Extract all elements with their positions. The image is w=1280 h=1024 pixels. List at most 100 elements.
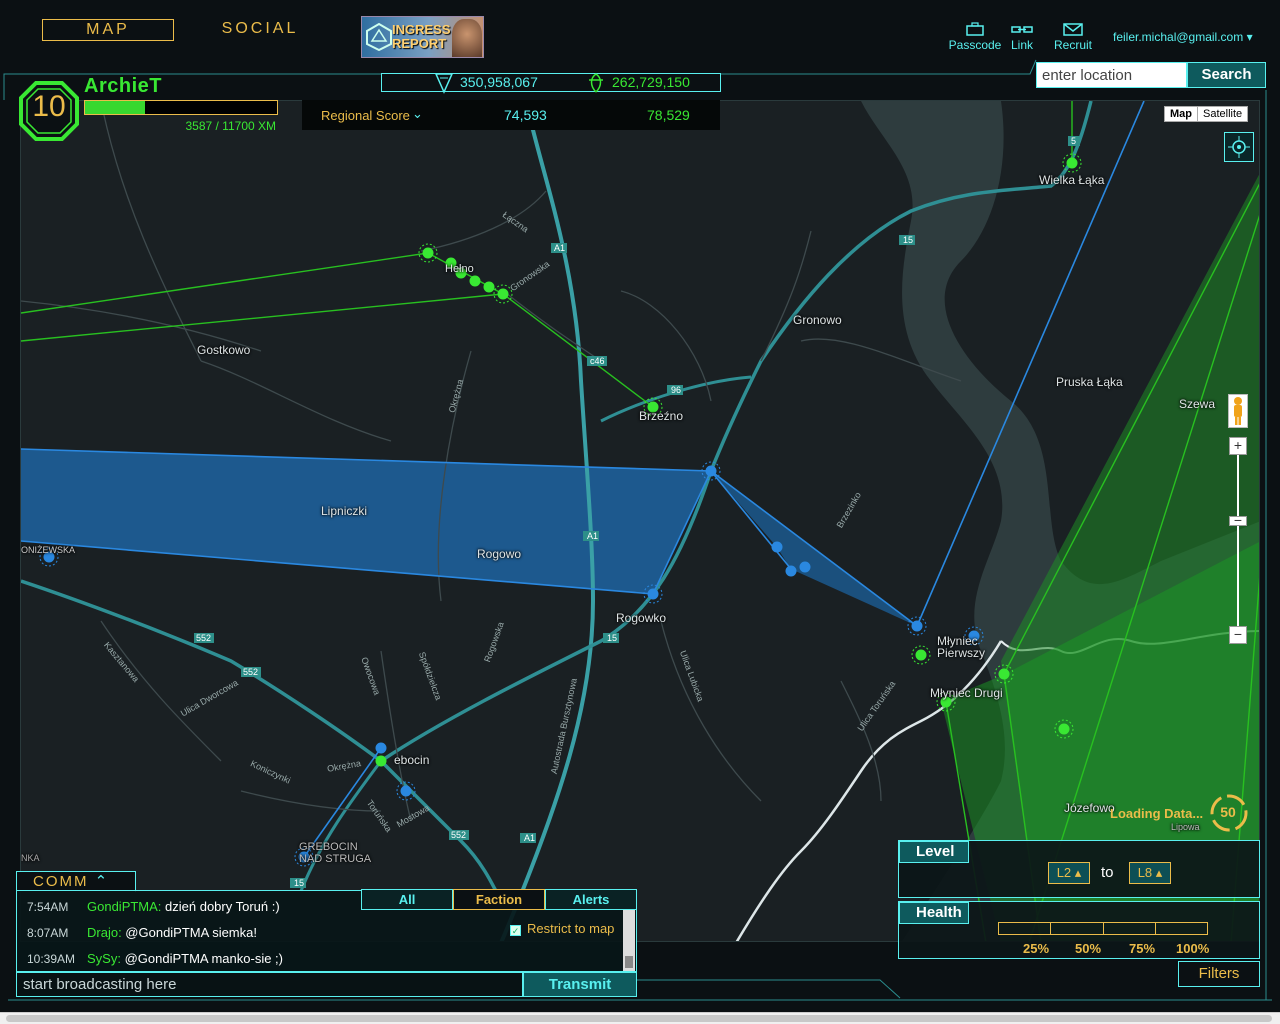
place-lipowa: Lipowa: [1171, 822, 1200, 832]
enlightened-portals[interactable]: [375, 157, 1078, 767]
place-mlyniec-pierwszy: Młyniec Pierwszy: [937, 635, 985, 659]
loading-status: Loading Data...: [1110, 806, 1204, 821]
global-resistance-score: 350,958,067: [460, 74, 538, 90]
zoom-slider-handle[interactable]: −: [1229, 513, 1247, 527]
level-to-label: to: [1101, 864, 1114, 881]
shield-552-south: 552: [451, 830, 467, 840]
shield-a1-mid: A1: [587, 531, 599, 541]
place-grebocin-1: GREBOCIN: [299, 841, 358, 853]
xp-progress-fill: [85, 101, 145, 114]
resistance-field-west: [21, 449, 711, 594]
loading-count: 50: [1220, 804, 1236, 820]
regional-enlightened-score: 78,529: [647, 107, 690, 123]
shield-15-south: 15: [294, 878, 305, 888]
comm-message: 7:54AM GondiPTMA: dzień dobry Toruń :): [27, 899, 280, 914]
agent-level: 10: [32, 90, 66, 123]
shield-96: 96: [671, 385, 682, 395]
resistance-icon: [434, 73, 454, 94]
street-view-pegman-icon[interactable]: [1228, 394, 1248, 428]
crosshair-icon: [1228, 136, 1250, 158]
page-horizontal-scrollbar[interactable]: [0, 1012, 1280, 1024]
zoom-slider-track[interactable]: [1237, 455, 1239, 627]
chevron-down-icon[interactable]: ⌄: [412, 106, 423, 122]
comm-tab-all[interactable]: All: [361, 889, 453, 910]
place-mlyniec-2: Pierwszy: [937, 646, 986, 660]
message-author[interactable]: GondiPTMA:: [87, 899, 161, 914]
transmit-button[interactable]: Transmit: [523, 972, 637, 997]
place-jozefowo: Józefowo: [1064, 801, 1115, 815]
place-grebocin-nad-struga: GREBOCIN NAD STRUGA: [299, 841, 371, 865]
regional-resistance-score: 74,593: [504, 107, 547, 123]
comm-title: COMM: [33, 873, 89, 890]
restrict-label: Restrict to map: [527, 921, 615, 936]
checkbox-icon[interactable]: ✓: [510, 925, 521, 936]
shield-c46: c46: [590, 356, 605, 366]
map-type-satellite[interactable]: Satellite: [1198, 107, 1247, 121]
locate-me-button[interactable]: [1224, 132, 1254, 162]
place-rogowo: Rogowo: [477, 547, 522, 561]
place-grebocin: ebocin: [394, 753, 430, 767]
location-search-input[interactable]: enter location: [1036, 62, 1187, 88]
message-text: dzień dobry Toruń :): [161, 899, 280, 914]
place-rogowko: Rogowko: [616, 611, 667, 625]
place-lipniczki: Lipniczki: [321, 504, 368, 518]
level-filter-label: Level: [899, 841, 969, 863]
restrict-to-map-checkbox[interactable]: ✓ Restrict to map: [510, 921, 614, 936]
comm-tab-faction[interactable]: Faction: [453, 889, 545, 910]
place-gronowo: Gronowo: [793, 313, 842, 327]
xp-progress-bar: [84, 100, 278, 115]
place-nka: NKA: [21, 853, 40, 863]
message-time: 10:39AM: [27, 952, 76, 966]
global-enlightened-score: 262,729,150: [612, 74, 690, 90]
comm-tab-alerts[interactable]: Alerts: [545, 889, 637, 910]
health-filter-label: Health: [899, 902, 969, 924]
shield-15-north: 15: [903, 235, 914, 245]
comm-scroll-thumb[interactable]: [625, 956, 633, 968]
place-pruska-laka: Pruska Łąka: [1056, 375, 1123, 389]
regional-score-panel[interactable]: Regional Score ⌄ 74,593 78,529: [302, 100, 720, 130]
caret-up-icon: ▴: [1074, 865, 1082, 880]
message-time: 8:07AM: [27, 926, 69, 940]
intel-map[interactable]: Wielka Łąka Gronowo Pruska Łąka Szewa Go…: [20, 100, 1260, 942]
place-wielka-laka: Wielka Łąka: [1039, 173, 1105, 187]
broadcast-input[interactable]: start broadcasting here: [16, 972, 523, 997]
map-canvas[interactable]: [21, 101, 1260, 942]
enlightened-icon: [589, 73, 603, 93]
message-author[interactable]: SySy:: [87, 951, 121, 966]
place-szewa: Szewa: [1179, 397, 1216, 411]
zoom-in-button[interactable]: +: [1229, 437, 1247, 455]
zoom-control[interactable]: + − −: [1229, 437, 1247, 647]
message-text: @GondiPTMA manko-sie ;): [120, 951, 283, 966]
comm-toggle[interactable]: COMM ⌃: [16, 871, 136, 892]
health-100-label[interactable]: 100%: [1176, 941, 1209, 956]
map-type-toggle[interactable]: Map Satellite: [1164, 106, 1249, 122]
health-50-label[interactable]: 50%: [1075, 941, 1101, 956]
place-gostkowo: Gostkowo: [197, 343, 251, 357]
level-to-select[interactable]: L8 ▴: [1129, 862, 1171, 884]
shield-a1-south: A1: [524, 833, 536, 843]
filters-button[interactable]: Filters: [1178, 961, 1260, 987]
comm-scrollbar[interactable]: [623, 910, 635, 971]
comm-tabs: All Faction Alerts: [361, 889, 637, 910]
map-type-map[interactable]: Map: [1165, 107, 1198, 121]
global-score-bar: 350,958,067 262,729,150: [381, 73, 721, 94]
health-75-label[interactable]: 75%: [1129, 941, 1155, 956]
road-15-south: [299, 760, 383, 892]
zoom-out-button[interactable]: −: [1229, 626, 1247, 644]
message-author[interactable]: Drajo:: [87, 925, 122, 940]
health-filter-slider[interactable]: [998, 922, 1208, 935]
place-grebocin-2: NAD STRUGA: [299, 853, 372, 865]
caret-up-icon: ▴: [1155, 865, 1163, 880]
message-time: 7:54AM: [27, 900, 69, 914]
place-mlyniec-drugi: Młyniec Drugi: [930, 686, 1003, 700]
regional-score-label: Regional Score: [321, 108, 410, 123]
road-552: [21, 579, 503, 902]
shield-15-mid: 15: [607, 633, 618, 643]
search-button[interactable]: Search: [1187, 62, 1266, 88]
agent-name: ArchieT: [84, 75, 162, 97]
page-scroll-thumb[interactable]: [6, 1015, 1272, 1022]
level-from-select[interactable]: L2 ▴: [1048, 862, 1090, 884]
health-25-label[interactable]: 25%: [1023, 941, 1049, 956]
intel-app: MAP SOCIAL INGRESS REPORT Passcode Link R…: [0, 0, 1280, 1024]
chevron-up-icon: ⌃: [94, 873, 110, 890]
